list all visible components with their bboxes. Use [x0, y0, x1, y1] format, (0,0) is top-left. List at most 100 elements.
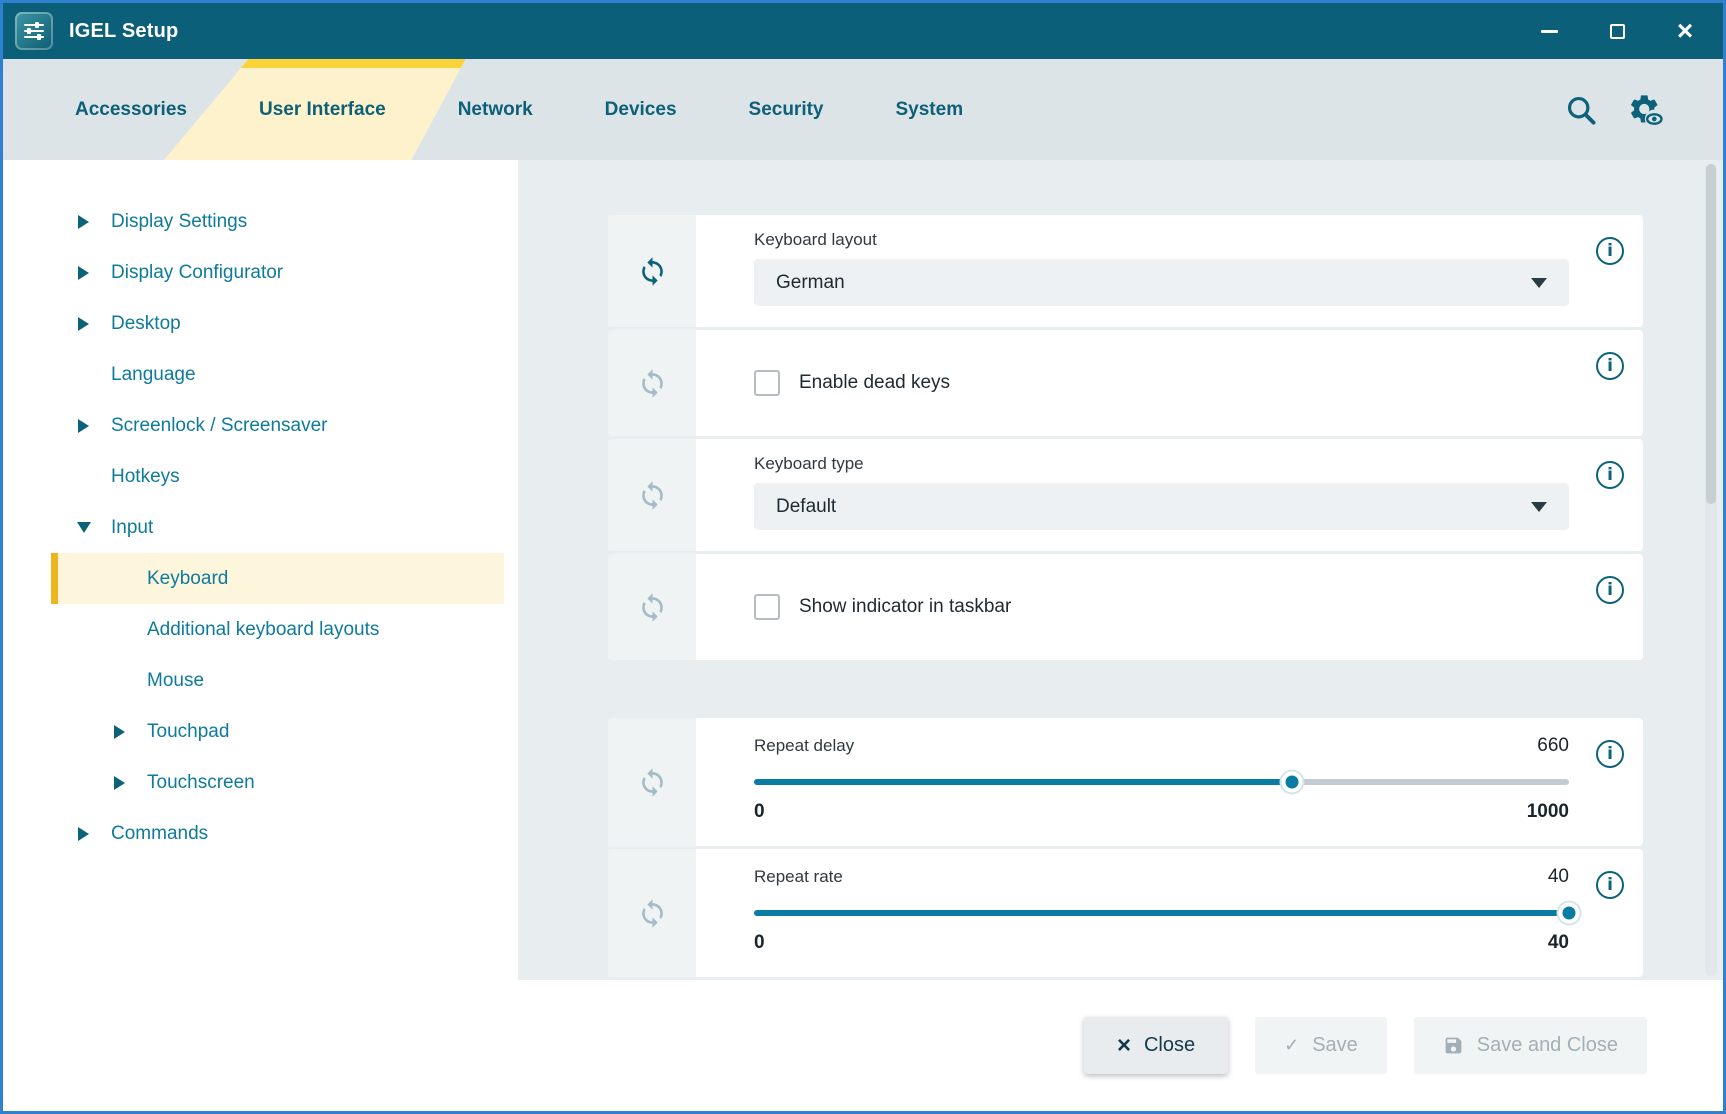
info-icon[interactable]: i: [1596, 871, 1624, 899]
sidebar-item-touchpad[interactable]: Touchpad: [3, 706, 518, 757]
chevron-right-icon: [75, 419, 92, 433]
slider-handle[interactable]: [1281, 772, 1302, 793]
setting-card-enable-dead-keys: Enable dead keys i: [608, 330, 1643, 436]
info-icon[interactable]: i: [1596, 461, 1624, 489]
search-icon[interactable]: [1565, 94, 1597, 126]
reset-to-default-icon[interactable]: [637, 592, 668, 623]
close-button[interactable]: × Close: [1084, 1017, 1228, 1074]
slider-fill: [754, 910, 1569, 916]
setting-card-show-indicator-in-taskbar: Show indicator in taskbar i: [608, 554, 1643, 660]
dropdown[interactable]: Default: [754, 483, 1569, 530]
reset-to-default-icon[interactable]: [637, 256, 668, 287]
field-label: Keyboard layout: [754, 230, 1569, 250]
tab-user-interface[interactable]: User Interface: [259, 59, 386, 160]
tab-label: Network: [458, 99, 533, 121]
sidebar-item-label: Keyboard: [147, 568, 228, 590]
info-icon[interactable]: i: [1596, 576, 1624, 604]
sidebar-item-hotkeys[interactable]: Hotkeys: [3, 451, 518, 502]
slider-label: Repeat rate: [754, 867, 843, 887]
setting-card-keyboard-layout: Keyboard layout German i: [608, 215, 1643, 327]
sidebar-item-label: Mouse: [147, 670, 204, 692]
slider[interactable]: [754, 770, 1569, 794]
sidebar-item-touchscreen[interactable]: Touchscreen: [3, 757, 518, 808]
setting-card-keyboard-type: Keyboard type Default i: [608, 439, 1643, 551]
sidebar-item-additional-keyboard-layouts[interactable]: Additional keyboard layouts: [3, 604, 518, 655]
sidebar-item-commands[interactable]: Commands: [3, 808, 518, 859]
slider[interactable]: [754, 901, 1569, 925]
sidebar-item-label: Screenlock / Screensaver: [111, 415, 328, 437]
tab-label: Devices: [605, 99, 677, 121]
sidebar-item-label: Commands: [111, 823, 208, 845]
title-bar: IGEL Setup ×: [3, 3, 1723, 59]
tab-label: User Interface: [259, 99, 386, 121]
content-area: Keyboard layout German i Enable dead key…: [518, 160, 1723, 980]
sidebar-item-mouse[interactable]: Mouse: [3, 655, 518, 706]
reset-to-default-icon[interactable]: [637, 767, 668, 798]
info-icon[interactable]: i: [1596, 740, 1624, 768]
sidebar-item-keyboard[interactable]: Keyboard: [51, 553, 504, 604]
checkbox[interactable]: [754, 594, 780, 620]
sidebar-nav: Display Settings Display Configurator De…: [3, 160, 518, 980]
window-title: IGEL Setup: [69, 20, 178, 43]
tab-devices[interactable]: Devices: [605, 59, 677, 160]
minimize-icon[interactable]: [1539, 18, 1559, 44]
close-button-label: Close: [1144, 1034, 1195, 1057]
window-controls: ×: [1539, 18, 1709, 44]
checkbox[interactable]: [754, 370, 780, 396]
chevron-right-icon: [75, 215, 92, 229]
tab-system[interactable]: System: [896, 59, 964, 160]
vertical-scrollbar[interactable]: [1705, 164, 1717, 976]
reset-to-default-icon[interactable]: [637, 368, 668, 399]
slider-handle[interactable]: [1559, 903, 1580, 924]
save-button-label: Save: [1312, 1034, 1358, 1057]
chevron-down-icon: [1531, 278, 1547, 288]
dropdown-value: German: [776, 272, 845, 294]
footer-bar: × Close ✓ Save Save and Close: [3, 980, 1723, 1111]
tab-label: System: [896, 99, 964, 121]
chevron-right-icon: [75, 827, 92, 841]
setting-card-repeat-rate: Repeat rate 40 0 40 i: [608, 849, 1643, 977]
sidebar-item-desktop[interactable]: Desktop: [3, 298, 518, 349]
info-icon[interactable]: i: [1596, 237, 1624, 265]
info-icon[interactable]: i: [1596, 352, 1624, 380]
tab-network[interactable]: Network: [458, 59, 533, 160]
sidebar-item-input[interactable]: Input: [3, 502, 518, 553]
scrollbar-thumb[interactable]: [1706, 164, 1716, 504]
dropdown-value: Default: [776, 496, 836, 518]
sidebar-item-label: Additional keyboard layouts: [147, 619, 379, 641]
sidebar-item-label: Display Configurator: [111, 262, 283, 284]
dropdown[interactable]: German: [754, 259, 1569, 306]
igel-setup-window: IGEL Setup × Accessories User Interface …: [0, 0, 1726, 1114]
sidebar-item-language[interactable]: Language: [3, 349, 518, 400]
sidebar-item-label: Touchscreen: [147, 772, 255, 794]
settings-list: Keyboard layout German i Enable dead key…: [608, 215, 1643, 977]
chevron-right-icon: [75, 317, 92, 331]
slider-max-label: 40: [1548, 932, 1569, 954]
main-area: Display Settings Display Configurator De…: [3, 160, 1723, 980]
save-and-close-label: Save and Close: [1477, 1034, 1618, 1057]
igel-logo-icon: [15, 12, 53, 50]
field-label: Keyboard type: [754, 454, 1569, 474]
chevron-right-icon: [111, 776, 128, 790]
sidebar-item-display-configurator[interactable]: Display Configurator: [3, 247, 518, 298]
slider-value: 40: [1548, 866, 1569, 888]
checkbox-label: Show indicator in taskbar: [799, 596, 1011, 618]
floppy-save-icon: [1443, 1035, 1464, 1056]
tab-accessories[interactable]: Accessories: [75, 59, 187, 160]
close-window-icon[interactable]: ×: [1675, 18, 1695, 44]
reset-to-default-icon[interactable]: [637, 480, 668, 511]
profile-settings-gear-eye-icon[interactable]: [1627, 92, 1665, 128]
slider-max-label: 1000: [1527, 801, 1569, 823]
sidebar-item-label: Input: [111, 517, 153, 539]
reset-to-default-icon[interactable]: [637, 898, 668, 929]
sidebar-item-label: Language: [111, 364, 196, 386]
sidebar-item-display-settings[interactable]: Display Settings: [3, 196, 518, 247]
slider-min-label: 0: [754, 932, 765, 954]
save-button[interactable]: ✓ Save: [1255, 1017, 1387, 1074]
chevron-right-icon: [75, 266, 92, 280]
save-and-close-button[interactable]: Save and Close: [1414, 1017, 1647, 1074]
tab-security[interactable]: Security: [749, 59, 824, 160]
sidebar-item-screenlock-screensaver[interactable]: Screenlock / Screensaver: [3, 400, 518, 451]
maximize-icon[interactable]: [1607, 18, 1627, 44]
slider-label: Repeat delay: [754, 736, 854, 756]
